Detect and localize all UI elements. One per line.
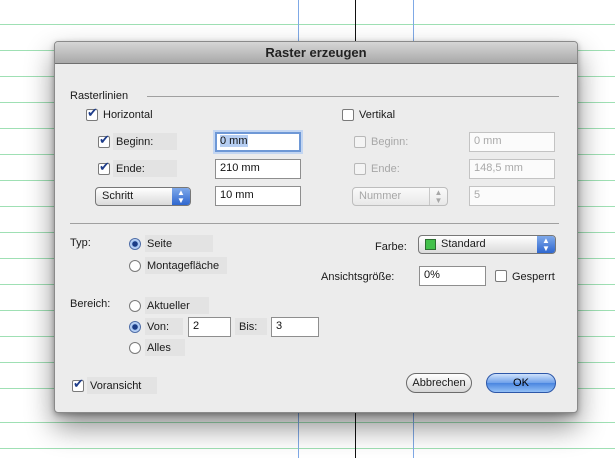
- vertical-label: Vertikal: [359, 109, 396, 121]
- preview-label: Voransicht: [87, 377, 157, 394]
- range-all-label: Alles: [145, 339, 185, 356]
- vertical-start-label: Beginn:: [371, 136, 409, 148]
- horizontal-end-label: Ende:: [113, 160, 177, 177]
- vertical-end-input[interactable]: 148,5 mm: [469, 159, 555, 179]
- horizontal-checkbox[interactable]: [86, 106, 98, 121]
- horizontal-start-label: Beginn:: [113, 133, 177, 150]
- color-popup[interactable]: Standard ▲ ▼: [418, 235, 556, 254]
- vertical-mode-popup[interactable]: Nummer ▲ ▼: [352, 187, 448, 206]
- vertical-end-label: Ende:: [371, 163, 400, 175]
- range-to-label: Bis:: [235, 318, 267, 335]
- horizontal-end-checkbox[interactable]: [98, 160, 110, 175]
- cancel-button[interactable]: Abbrechen: [406, 373, 472, 393]
- locked-label: Gesperrt: [512, 271, 555, 283]
- range-radio-from[interactable]: [129, 321, 141, 333]
- view-size-input[interactable]: 0%: [419, 266, 486, 286]
- type-radio-pasteboard[interactable]: [129, 260, 141, 272]
- divider: [70, 223, 559, 224]
- vertical-end-checkbox[interactable]: [354, 163, 366, 175]
- view-size-label: Ansichtsgröße:: [321, 271, 395, 283]
- create-grid-dialog: Raster erzeugen Rasterlinien Horizontal …: [54, 41, 578, 413]
- chevron-up-down-icon: ▲ ▼: [537, 236, 555, 253]
- horizontal-mode-value: Schritt: [102, 190, 134, 202]
- vertical-checkbox[interactable]: [342, 109, 354, 121]
- range-radio-all[interactable]: [129, 342, 141, 354]
- horizontal-start-value: 0 mm: [220, 135, 248, 147]
- section-divider: [147, 96, 559, 97]
- horizontal-start-checkbox[interactable]: [98, 133, 110, 148]
- horizontal-label: Horizontal: [103, 109, 153, 121]
- type-option-page-label: Seite: [145, 235, 213, 252]
- preview-checkbox[interactable]: [72, 377, 84, 392]
- horizontal-end-input[interactable]: 210 mm: [215, 159, 301, 179]
- horizontal-mode-popup[interactable]: Schritt ▲ ▼: [95, 187, 191, 206]
- locked-checkbox[interactable]: [495, 270, 507, 282]
- vertical-mode-input[interactable]: 5: [469, 186, 555, 206]
- range-label: Bereich:: [70, 298, 111, 310]
- vertical-mode-value: Nummer: [359, 190, 402, 202]
- chevron-up-down-icon: ▲ ▼: [172, 188, 190, 205]
- type-radio-page[interactable]: [129, 238, 141, 250]
- dialog-titlebar[interactable]: Raster erzeugen: [55, 42, 577, 64]
- range-to-input[interactable]: 3: [271, 317, 319, 337]
- ok-button[interactable]: OK: [486, 373, 556, 393]
- dialog-title: Raster erzeugen: [265, 45, 367, 60]
- range-from-label: Von:: [145, 318, 183, 335]
- vertical-start-input[interactable]: 0 mm: [469, 132, 555, 152]
- type-option-pasteboard-label: Montagefläche: [145, 257, 227, 274]
- color-value: Standard: [441, 238, 486, 250]
- grid-lines-section-label: Rasterlinien: [70, 90, 129, 102]
- type-label: Typ:: [70, 237, 91, 249]
- color-label: Farbe:: [375, 241, 407, 253]
- horizontal-mode-input[interactable]: 10 mm: [215, 186, 301, 206]
- range-from-input[interactable]: 2: [188, 317, 231, 337]
- color-swatch: [425, 239, 436, 250]
- chevron-up-down-icon: ▲ ▼: [429, 188, 447, 205]
- horizontal-start-input[interactable]: 0 mm: [215, 132, 301, 152]
- range-radio-current[interactable]: [129, 300, 141, 312]
- range-current-label: Aktueller: [145, 297, 209, 314]
- vertical-start-checkbox[interactable]: [354, 136, 366, 148]
